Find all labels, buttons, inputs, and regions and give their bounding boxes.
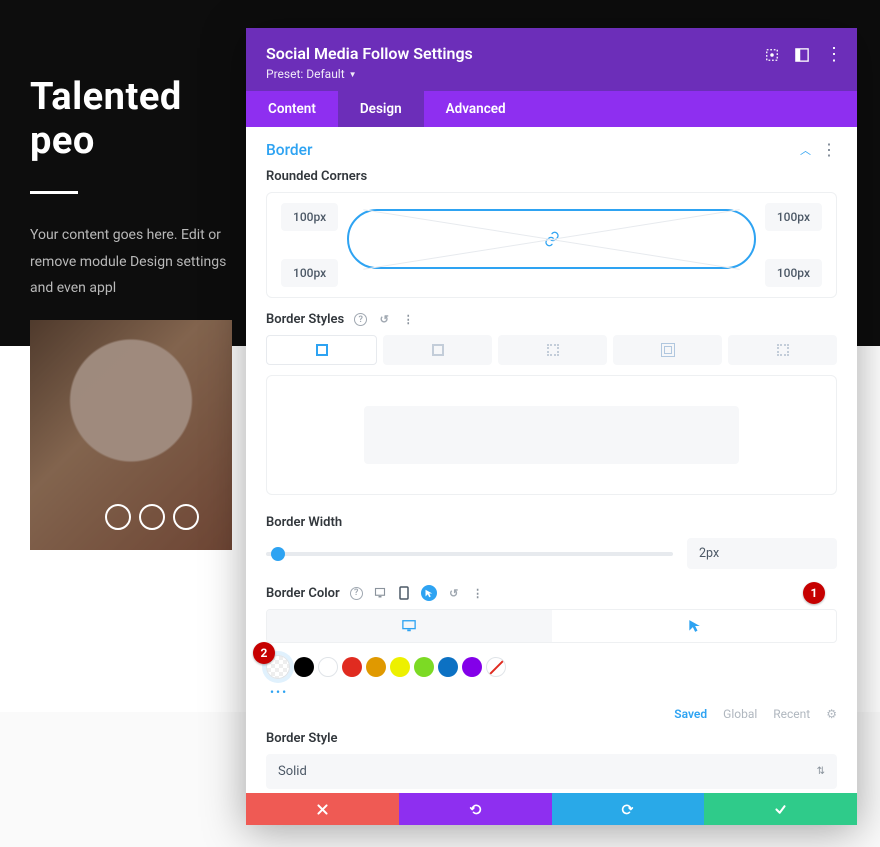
corner-bottom-left[interactable]: 100px: [281, 259, 338, 287]
border-color-label: Border Color: [266, 586, 340, 601]
border-style-left[interactable]: [728, 335, 837, 365]
cancel-button[interactable]: [246, 793, 399, 825]
layout-icon[interactable]: [795, 48, 809, 62]
cursor-icon: [687, 619, 701, 633]
expand-icon[interactable]: [765, 48, 779, 62]
select-caret-icon: ⇅: [817, 766, 825, 777]
tab-advanced[interactable]: Advanced: [424, 91, 528, 127]
more-swatches-icon[interactable]: •••: [270, 685, 833, 699]
modal-footer: [246, 793, 857, 825]
check-icon: [774, 803, 787, 816]
border-style-all[interactable]: [266, 335, 377, 365]
swatch-none[interactable]: [486, 657, 506, 677]
social-circle[interactable]: [139, 504, 165, 530]
border-width-value[interactable]: 2px: [687, 538, 837, 569]
undo-icon: [469, 803, 482, 816]
border-style-select[interactable]: Solid ⇅: [266, 754, 837, 789]
preset-label: Preset: Default: [266, 67, 345, 81]
swatch-yellow[interactable]: [390, 657, 410, 677]
border-preview-shape: [364, 406, 740, 464]
page-paragraph: Your content goes here. Edit or remove m…: [30, 222, 250, 302]
preset-selector[interactable]: Preset: Default ▼: [266, 67, 837, 81]
modal-title: Social Media Follow Settings: [266, 44, 837, 63]
corner-bottom-right[interactable]: 100px: [765, 259, 822, 287]
border-style-value: Solid: [278, 764, 307, 779]
social-circles: [105, 504, 199, 530]
link-icon: [544, 231, 560, 247]
social-circle[interactable]: [173, 504, 199, 530]
corner-top-right[interactable]: 100px: [765, 203, 822, 231]
corner-top-left[interactable]: 100px: [281, 203, 338, 231]
swatch-orange[interactable]: [366, 657, 386, 677]
slider-thumb[interactable]: [271, 547, 285, 561]
border-preview: [266, 375, 837, 495]
desktop-icon[interactable]: [373, 586, 387, 600]
field-menu-icon[interactable]: ⋮: [401, 313, 415, 327]
tab-bar: Content Design Advanced: [246, 91, 857, 127]
swatch-purple[interactable]: [462, 657, 482, 677]
status-global[interactable]: Global: [723, 707, 757, 721]
status-saved[interactable]: Saved: [674, 707, 707, 721]
heading-rule: [30, 191, 78, 194]
hover-state-icon[interactable]: [421, 585, 437, 601]
border-section-title: Border: [266, 141, 312, 159]
border-style-right[interactable]: [498, 335, 607, 365]
border-width-slider[interactable]: [266, 541, 673, 567]
modal-header: Social Media Follow Settings Preset: Def…: [246, 28, 857, 91]
color-swatches: [266, 655, 837, 679]
desktop-icon: [402, 619, 416, 633]
rounded-corners-label: Rounded Corners: [266, 169, 367, 184]
gear-icon[interactable]: ⚙: [826, 707, 837, 721]
section-menu-icon[interactable]: ⋮: [821, 147, 837, 153]
border-style-picker: [266, 335, 837, 365]
status-recent[interactable]: Recent: [773, 707, 810, 721]
color-state-tabs: [266, 609, 837, 643]
annotation-badge-2: 2: [253, 642, 275, 664]
tab-content[interactable]: Content: [246, 91, 338, 127]
border-width-label: Border Width: [266, 515, 342, 530]
border-style-top[interactable]: [383, 335, 492, 365]
tab-design[interactable]: Design: [338, 91, 424, 127]
chevron-up-icon[interactable]: ︿: [800, 142, 811, 158]
menu-icon[interactable]: ⋮: [825, 52, 843, 57]
redo-icon: [621, 803, 634, 816]
annotation-badge-1: 1: [803, 582, 825, 604]
social-circle[interactable]: [105, 504, 131, 530]
reset-icon[interactable]: ↺: [447, 586, 461, 600]
swatch-white[interactable]: [318, 657, 338, 677]
color-status-row: Saved Global Recent ⚙: [266, 699, 837, 729]
redo-button[interactable]: [552, 793, 705, 825]
rounded-corners-control[interactable]: 100px 100px 100px 100px: [266, 192, 837, 298]
border-section-header[interactable]: Border ︿ ⋮: [246, 127, 857, 165]
border-style-label: Border Style: [266, 731, 338, 746]
chevron-down-icon: ▼: [349, 70, 357, 79]
color-tab-hover[interactable]: [552, 610, 837, 642]
swatch-red[interactable]: [342, 657, 362, 677]
save-button[interactable]: [704, 793, 857, 825]
swatch-black[interactable]: [294, 657, 314, 677]
swatch-green[interactable]: [414, 657, 434, 677]
help-icon[interactable]: ?: [350, 587, 363, 600]
border-style-bottom[interactable]: [613, 335, 722, 365]
close-icon: [316, 803, 329, 816]
help-icon[interactable]: ?: [354, 313, 367, 326]
reset-icon[interactable]: ↺: [377, 313, 391, 327]
border-styles-label: Border Styles: [266, 312, 344, 327]
settings-modal: Social Media Follow Settings Preset: Def…: [246, 28, 857, 825]
phone-icon[interactable]: [397, 586, 411, 600]
corners-link-pill[interactable]: [347, 209, 756, 269]
field-menu-icon[interactable]: ⋮: [471, 586, 485, 600]
swatch-blue[interactable]: [438, 657, 458, 677]
undo-button[interactable]: [399, 793, 552, 825]
color-tab-default[interactable]: [267, 610, 552, 642]
page-heading: Talented peo: [30, 75, 250, 163]
